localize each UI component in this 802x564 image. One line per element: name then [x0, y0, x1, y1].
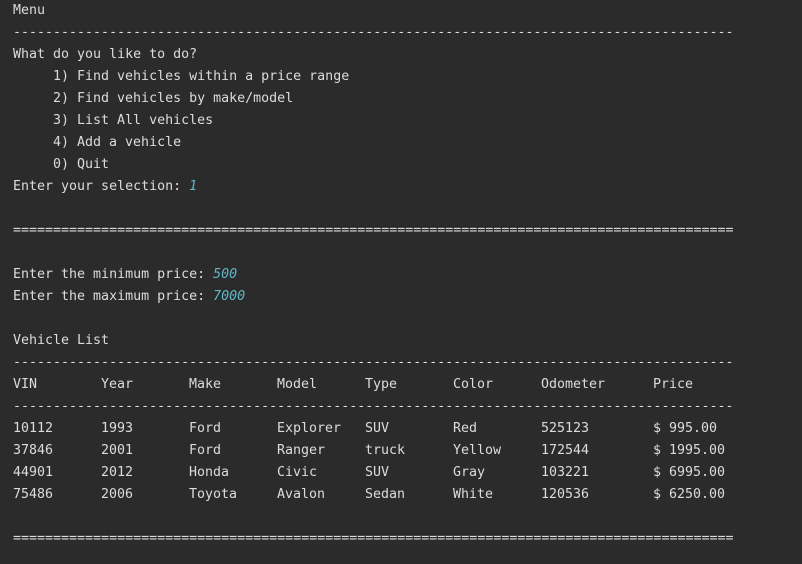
table-row: 10112 1993 Ford Explorer SUV Red 525123 … [13, 418, 798, 440]
min-price-line: Enter the minimum price: 500 [13, 264, 798, 286]
table-row: 37846 2001 Ford Ranger truck Yellow 1725… [13, 440, 798, 462]
header-odometer: Odometer [541, 377, 606, 392]
header-vin: VIN [13, 377, 38, 392]
table-row: 75486 2006 Toyota Avalon Sedan White 120… [13, 484, 798, 506]
cell-year: 2006 [101, 487, 134, 502]
cell-type: Sedan [365, 487, 406, 502]
table-header-row: VIN Year Make Model Type Color Odometer … [13, 374, 798, 396]
cell-vin: 75486 [13, 487, 54, 502]
header-model: Model [277, 377, 318, 392]
min-price-prompt: Enter the minimum price: [13, 267, 214, 282]
vehicle-list-title: Vehicle List [13, 333, 110, 348]
header-year: Year [101, 377, 134, 392]
cell-year: 1993 [101, 421, 134, 436]
cell-year: 2001 [101, 443, 134, 458]
cell-type: SUV [365, 465, 390, 480]
divider-equals: ========================================… [13, 531, 734, 546]
header-type: Type [365, 377, 398, 392]
table-row: 44901 2012 Honda Civic SUV Gray 103221 $… [13, 462, 798, 484]
cell-color: Yellow [453, 443, 502, 458]
menu-option-4: 4) Add a vehicle [53, 135, 182, 150]
menu-title: Menu [13, 3, 46, 18]
max-price-line: Enter the maximum price: 7000 [13, 286, 798, 308]
cell-odometer: 120536 [541, 487, 590, 502]
cell-color: Red [453, 421, 478, 436]
cell-model: Avalon [277, 487, 326, 502]
cell-year: 2012 [101, 465, 134, 480]
cell-type: truck [365, 443, 406, 458]
cell-color: White [453, 487, 494, 502]
max-price-prompt: Enter the maximum price: [13, 289, 214, 304]
cell-vin: 44901 [13, 465, 54, 480]
cell-vin: 37846 [13, 443, 54, 458]
max-price-input: 7000 [213, 289, 246, 304]
selection-prompt: Enter your selection: [13, 179, 190, 194]
cell-odometer: 103221 [541, 465, 590, 480]
cell-vin: 10112 [13, 421, 54, 436]
cell-odometer: 525123 [541, 421, 590, 436]
menu-option-3: 3) List All vehicles [53, 113, 214, 128]
divider-dashes: ----------------------------------------… [13, 399, 734, 414]
cell-model: Explorer [277, 421, 342, 436]
menu-option-quit: 0) Quit [53, 157, 110, 172]
selection-line: Enter your selection: 1 [13, 176, 798, 198]
prompt-question: What do you like to do? [13, 47, 198, 62]
cell-make: Toyota [189, 487, 238, 502]
divider-dashes: ----------------------------------------… [13, 25, 734, 40]
cell-price: $ 6995.00 [653, 465, 726, 480]
cell-model: Ranger [277, 443, 326, 458]
cell-type: SUV [365, 421, 390, 436]
cell-price: $ 1995.00 [653, 443, 726, 458]
cell-make: Ford [189, 443, 222, 458]
header-price: Price [653, 377, 694, 392]
menu-option-2: 2) Find vehicles by make/model [53, 91, 294, 106]
cell-price: $ 6250.00 [653, 487, 726, 502]
cell-odometer: 172544 [541, 443, 590, 458]
console-output[interactable]: Menu -----------------------------------… [13, 0, 798, 564]
divider-dashes: ----------------------------------------… [13, 355, 734, 370]
cell-model: Civic [277, 465, 318, 480]
cell-make: Honda [189, 465, 230, 480]
menu-option-1: 1) Find vehicles within a price range [53, 69, 350, 84]
cell-price: $ 995.00 [653, 421, 718, 436]
divider-equals: ========================================… [13, 223, 734, 238]
min-price-input: 500 [213, 267, 238, 282]
cell-make: Ford [189, 421, 222, 436]
selection-input: 1 [189, 179, 198, 194]
header-make: Make [189, 377, 222, 392]
cell-color: Gray [453, 465, 486, 480]
header-color: Color [453, 377, 494, 392]
